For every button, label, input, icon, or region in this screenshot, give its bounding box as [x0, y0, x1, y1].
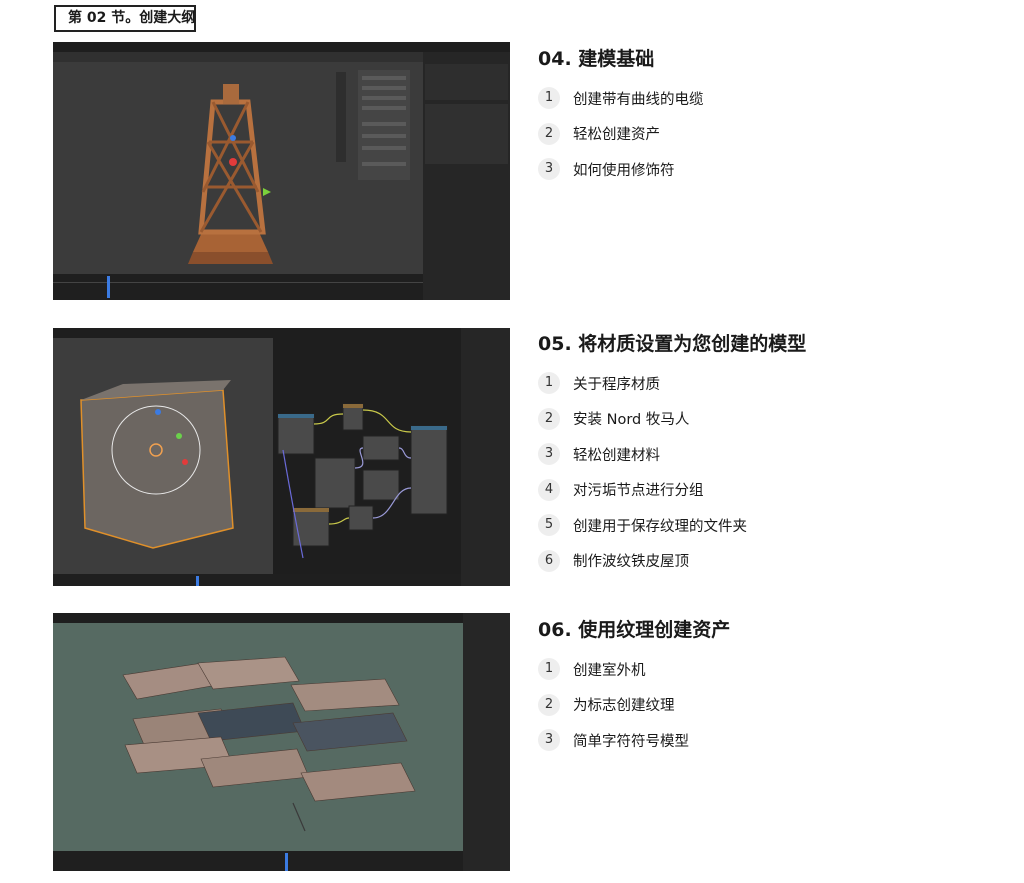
item-number: 1	[538, 87, 560, 109]
screenshot-material-nodes	[53, 328, 510, 586]
chapter-title: 04. 建模基础	[538, 48, 655, 70]
list-item: 2 为标志创建纹理	[538, 693, 998, 717]
list-item: 1 创建带有曲线的电缆	[538, 86, 998, 110]
chapter-title: 06. 使用纹理创建资产	[538, 619, 731, 641]
chapter-04: 04. 建模基础 1 创建带有曲线的电缆 2 轻松创建资产 3 如何使用修饰符	[538, 46, 998, 193]
item-number: 2	[538, 693, 560, 716]
item-number: 3	[538, 158, 560, 180]
list-item: 5 创建用于保存纹理的文件夹	[538, 513, 998, 537]
list-item: 1 关于程序材质	[538, 371, 998, 395]
item-number: 2	[538, 407, 560, 430]
item-number: 5	[538, 514, 560, 536]
item-number: 4	[538, 478, 560, 501]
chapter-title: 05. 将材质设置为您创建的模型	[538, 333, 807, 355]
list-item: 2 轻松创建资产	[538, 122, 998, 146]
chapter-06: 06. 使用纹理创建资产 1 创建室外机 2 为标志创建纹理 3 简单字符符号模型	[538, 617, 998, 764]
list-item: 3 简单字符符号模型	[538, 728, 998, 752]
list-item: 1 创建室外机	[538, 657, 998, 681]
item-number: 2	[538, 122, 560, 145]
list-item: 2 安装 Nord 牧马人	[538, 407, 998, 431]
screenshot-texture-assets	[53, 613, 510, 871]
chapter-05: 05. 将材质设置为您创建的模型 1 关于程序材质 2 安装 Nord 牧马人 3轻…	[538, 331, 998, 584]
chapter-items: 1 关于程序材质 2 安装 Nord 牧马人 3 轻松创建材料 4 对污垢节点进行分组 …	[538, 371, 998, 573]
item-number: 6	[538, 549, 560, 572]
screenshot-tower-model	[53, 42, 510, 300]
section-title: 第 02 节。创建大纲	[54, 5, 196, 32]
list-item: 6 制作波纹铁皮屋顶	[538, 549, 998, 573]
item-number: 1	[538, 658, 560, 680]
item-number: 3	[538, 443, 560, 465]
item-number: 3	[538, 729, 560, 751]
chapter-items: 1 创建带有曲线的电缆 2 轻松创建资产 3 如何使用修饰符	[538, 86, 998, 181]
chapter-items: 1 创建室外机 2 为标志创建纹理 3 简单字符符号模型	[538, 657, 998, 752]
list-item: 4 对污垢节点进行分组	[538, 478, 998, 502]
item-number: 1	[538, 372, 560, 394]
list-item: 3 轻松创建材料	[538, 442, 998, 466]
list-item: 3 如何使用修饰符	[538, 157, 998, 181]
